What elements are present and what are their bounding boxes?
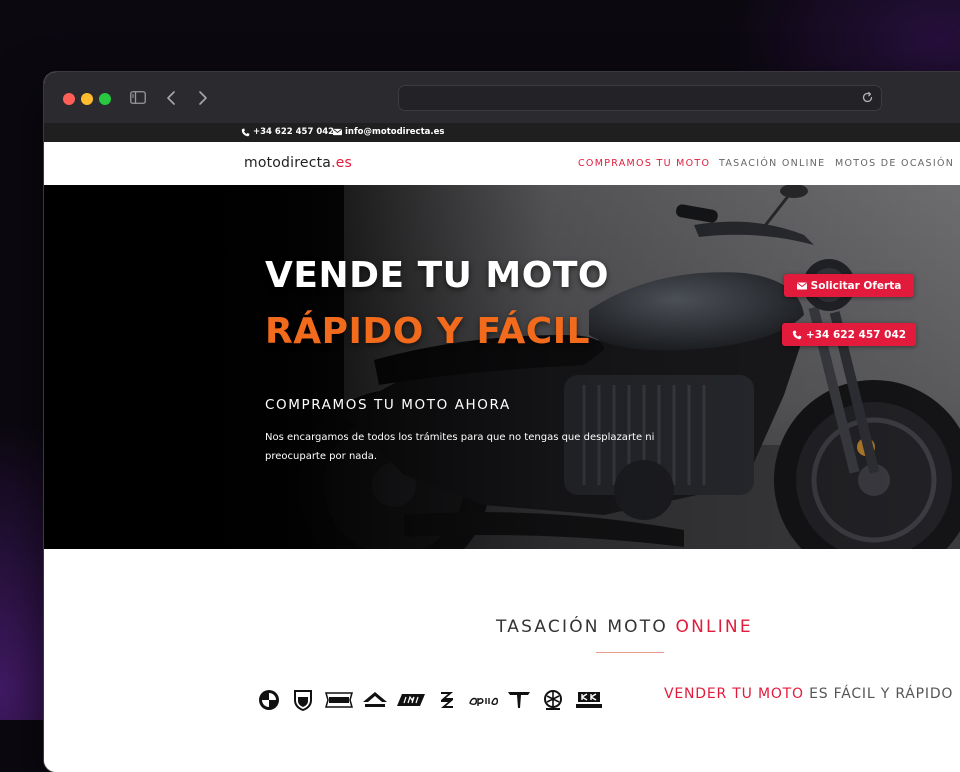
section-divider	[596, 652, 664, 653]
topbar-phone[interactable]: +34 622 457 042	[241, 127, 334, 137]
triumph-logo	[506, 689, 532, 711]
aprilia-logo	[468, 689, 498, 711]
browser-toolbar	[44, 72, 960, 124]
call-button[interactable]: +34 622 457 042	[782, 323, 916, 346]
nav-motos-de-ocasion[interactable]: MOTOS DE OCASIÓN	[835, 158, 954, 169]
site-logo[interactable]: motodirecta.es	[244, 155, 352, 171]
phone-icon	[241, 128, 250, 136]
honda-logo	[362, 689, 388, 711]
tagline-accent: VENDER TU MOTO	[664, 686, 804, 702]
motorcycle-image	[44, 185, 960, 549]
section-title: TASACIÓN MOTO ONLINE	[496, 617, 753, 637]
bmw-logo	[256, 689, 282, 711]
contact-topbar: +34 622 457 042 info@motodirecta.es	[44, 123, 960, 142]
hero-title-line1: VENDE TU MOTO	[265, 255, 609, 296]
hero-banner: VENDE TU MOTO RÁPIDO Y FÁCIL COMPRAMOS T…	[44, 185, 960, 549]
back-icon[interactable]	[164, 89, 178, 107]
envelope-icon	[333, 128, 342, 136]
reload-icon[interactable]	[861, 91, 874, 104]
valuation-section: TASACIÓN MOTO ONLINE VENDER TU MOTO ES F…	[44, 549, 960, 772]
maximize-window-button[interactable]	[99, 93, 111, 105]
topbar-email[interactable]: info@motodirecta.es	[333, 127, 444, 137]
request-offer-button[interactable]: Solicitar Oferta	[784, 274, 914, 297]
logo-tld: .es	[331, 155, 353, 171]
request-offer-label: Solicitar Oferta	[810, 279, 902, 292]
topbar-phone-text: +34 622 457 042	[253, 127, 335, 137]
call-button-label: +34 622 457 042	[805, 328, 907, 341]
browser-window: +34 622 457 042 info@motodirecta.es moto…	[44, 72, 960, 772]
yamaha-logo	[540, 689, 566, 711]
topbar-email-text: info@motodirecta.es	[345, 127, 445, 137]
minimize-window-button[interactable]	[81, 93, 93, 105]
kawasaki-logo	[574, 689, 604, 711]
envelope-icon	[796, 282, 807, 289]
nav-tasacion-online[interactable]: TASACIÓN ONLINE	[719, 158, 825, 169]
nav-compramos-tu-moto[interactable]: COMPRAMOS TU MOTO	[578, 158, 710, 169]
close-window-button[interactable]	[63, 93, 75, 105]
site-header: motodirecta.es COMPRAMOS TU MOTO TASACIÓ…	[44, 142, 960, 186]
address-bar[interactable]	[398, 85, 882, 111]
section-title-main: TASACIÓN MOTO	[496, 617, 676, 637]
website: +34 622 457 042 info@motodirecta.es moto…	[44, 123, 960, 772]
logo-name: motodirecta	[244, 155, 332, 171]
section-tagline: VENDER TU MOTO ES FÁCIL Y RÁPIDO	[664, 686, 953, 702]
suzuki-logo	[434, 689, 460, 711]
hero-description: Nos encargamos de todos los trámites par…	[265, 432, 655, 462]
section-title-accent: ONLINE	[675, 617, 753, 637]
ktm-logo	[396, 689, 426, 711]
harley-davidson-logo	[324, 689, 354, 711]
hero-title-line2: RÁPIDO Y FÁCIL	[265, 311, 591, 352]
brand-logos	[256, 689, 604, 711]
hero-subtitle: COMPRAMOS TU MOTO AHORA	[265, 397, 511, 413]
forward-icon[interactable]	[196, 89, 210, 107]
tagline-rest: ES FÁCIL Y RÁPIDO	[803, 686, 954, 702]
sidebar-icon[interactable]	[130, 91, 146, 104]
phone-icon	[792, 330, 802, 339]
ducati-logo	[290, 689, 316, 711]
